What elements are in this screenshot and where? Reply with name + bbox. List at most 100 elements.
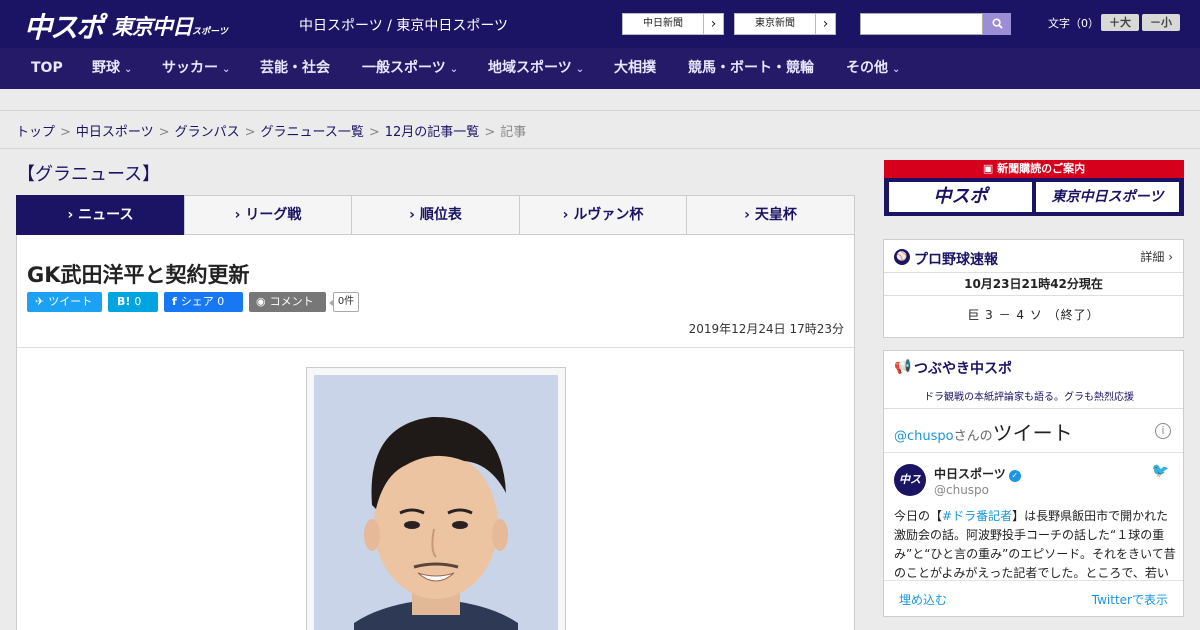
breadcrumb: トップ > 中日スポーツ > グランパス > グラニュース一覧 >12月の記事一覧 > 記事 bbox=[16, 121, 526, 140]
tokyo-shimbun-label: 東京新聞 bbox=[755, 18, 795, 29]
breadcrumb-gura-news-list[interactable]: グラニュース一覧 bbox=[261, 125, 364, 140]
breadcrumb-separator: > bbox=[484, 125, 496, 140]
chunichi-shimbun-link[interactable]: 中日新聞 › bbox=[622, 13, 724, 35]
facebook-share-button[interactable]: f シェア 0 bbox=[164, 292, 243, 312]
tab-league[interactable]: › リーグ戦 bbox=[184, 195, 352, 235]
search-input[interactable] bbox=[860, 13, 983, 35]
chevron-right-icon: › bbox=[703, 14, 723, 34]
nav-item-label: 競馬・ボート・競輪 bbox=[688, 60, 814, 76]
nav-item-baseball[interactable]: 野球 ⌄ bbox=[92, 48, 132, 89]
tweet-feed-heading: @chuspoさんのツイート bbox=[894, 417, 1073, 446]
nav-item-label: サッカー bbox=[162, 60, 218, 76]
tab-label: › 天皇杯 bbox=[744, 207, 797, 223]
ad-strip bbox=[0, 89, 1200, 111]
comment-button[interactable]: ◉ コメント bbox=[249, 292, 326, 312]
promo-chuspo-link[interactable]: 中スポ bbox=[889, 182, 1032, 212]
breadcrumb-separator: > bbox=[368, 125, 380, 140]
score-timestamp: 10月23日21時42分現在 bbox=[884, 272, 1183, 296]
tweet-feed-word: ツイート bbox=[992, 421, 1073, 445]
baseball-detail-link[interactable]: 詳細 › bbox=[1140, 248, 1173, 265]
nav-item-other[interactable]: その他 ⌄ bbox=[846, 48, 900, 89]
hatena-bookmark-button[interactable]: B! 0 bbox=[108, 292, 158, 312]
tokyo-shimbun-link[interactable]: 東京新聞 › bbox=[734, 13, 836, 35]
nav-item-label: その他 bbox=[846, 60, 888, 76]
divider bbox=[884, 452, 1183, 453]
site-subtitle: 中日スポーツ / 東京中日スポーツ bbox=[299, 18, 509, 34]
search-icon bbox=[991, 18, 1003, 29]
tab-emperors-cup[interactable]: › 天皇杯 bbox=[686, 195, 855, 235]
search-button[interactable] bbox=[983, 13, 1011, 35]
promo-tokyo-chunichi-link[interactable]: 東京中日スポーツ bbox=[1036, 182, 1179, 212]
nav-item-sumo[interactable]: 大相撲 bbox=[614, 48, 656, 89]
tweet-button[interactable]: ✈ ツイート bbox=[27, 292, 102, 312]
info-icon[interactable]: i bbox=[1155, 423, 1171, 439]
tweet-user-name-text: 中日スポーツ bbox=[934, 467, 1006, 481]
chevron-down-icon: ⌄ bbox=[124, 64, 133, 75]
subscription-promo-label: 新聞購読のご案内 bbox=[997, 162, 1086, 175]
font-size-label: 文字（0） bbox=[1048, 17, 1099, 30]
player-portrait-image bbox=[314, 375, 558, 630]
breadcrumb-december-list[interactable]: 12月の記事一覧 bbox=[385, 125, 480, 140]
tweets-widget-subtitle: ドラ観戦の本紙評論家も語る。グラも熱烈応援 bbox=[924, 392, 1134, 403]
tweets-widget: 📢 つぶやき中スポ ドラ観戦の本紙評論家も語る。グラも熱烈応援 @chuspoさ… bbox=[883, 350, 1184, 617]
font-larger-button[interactable]: ＋大 bbox=[1101, 14, 1139, 31]
view-on-twitter-link[interactable]: Twitterで表示 bbox=[1092, 591, 1168, 608]
subscription-promo-heading: ▣ 新聞購読のご案内 bbox=[884, 160, 1184, 178]
nav-item-general-sports[interactable]: 一般スポーツ ⌄ bbox=[362, 48, 458, 89]
baseball-scores-widget: ⚾ プロ野球速報 詳細 › 10月23日21時42分現在 巨 3 － 4 ソ （… bbox=[883, 239, 1184, 338]
nav-item-local-sports[interactable]: 地域スポーツ ⌄ bbox=[488, 48, 584, 89]
breadcrumb-separator: > bbox=[158, 125, 170, 140]
nav-item-soccer[interactable]: サッカー ⌄ bbox=[162, 48, 230, 89]
tweet-feed-handle[interactable]: @chuspo bbox=[894, 429, 954, 444]
breadcrumb-grampus[interactable]: グランパス bbox=[175, 125, 240, 140]
tokyo-logo-text: 東京中日 bbox=[112, 15, 193, 39]
tab-label: › リーグ戦 bbox=[234, 207, 302, 223]
article-panel: GK武田洋平と契約更新 ✈ ツイート B! 0 f シェア 0 ◉ コメント 0件 20… bbox=[16, 235, 855, 630]
chevron-down-icon: ⌄ bbox=[575, 64, 585, 75]
twitter-bird-icon: ✈ bbox=[35, 295, 45, 308]
nav-item-top[interactable]: TOP bbox=[31, 48, 63, 89]
article-date: 2019年12月24日 17時23分 bbox=[688, 322, 844, 336]
breadcrumb-separator: > bbox=[60, 125, 71, 140]
tab-label: › ニュース bbox=[67, 207, 134, 223]
comment-label: コメント bbox=[269, 295, 314, 308]
embed-link[interactable]: 埋め込む bbox=[899, 591, 947, 608]
newspaper-icon: ▣ bbox=[982, 162, 998, 175]
tweet-user-name[interactable]: 中日スポーツ ✓ bbox=[934, 465, 1021, 482]
score-line[interactable]: 巨 3 － 4 ソ （終了） bbox=[884, 306, 1183, 323]
tweet-user-handle[interactable]: @chuspo bbox=[934, 483, 989, 497]
chevron-down-icon: ⌄ bbox=[449, 64, 459, 75]
main-nav: TOP 野球 ⌄ サッカー ⌄ 芸能・社会 一般スポーツ ⌄ 地域スポーツ ⌄ 大相撲 … bbox=[0, 48, 1200, 89]
nav-item-label: 一般スポーツ bbox=[362, 60, 446, 76]
hatena-bookmark-icon: B! bbox=[117, 295, 131, 308]
twitter-bird-icon[interactable]: 🐦 bbox=[1152, 463, 1169, 479]
divider bbox=[884, 580, 1183, 581]
megaphone-icon: 📢 bbox=[894, 359, 912, 375]
tab-label: › 順位表 bbox=[409, 207, 462, 223]
chuspo-logo[interactable]: 中スポ bbox=[24, 6, 104, 46]
tab-news[interactable]: › ニュース bbox=[16, 195, 185, 235]
tweet-body-before: 今日の【 bbox=[894, 509, 943, 523]
nav-item-racing[interactable]: 競馬・ボート・競輪 bbox=[688, 48, 814, 89]
nav-item-entertainment[interactable]: 芸能・社会 bbox=[260, 48, 330, 89]
nav-item-label: 大相撲 bbox=[614, 60, 656, 76]
tab-levain-cup[interactable]: › ルヴァン杯 bbox=[519, 195, 687, 235]
facebook-share-label: シェア 0 bbox=[180, 295, 225, 308]
speech-bubble-icon: ◉ bbox=[256, 295, 266, 308]
verified-badge-icon: ✓ bbox=[1008, 470, 1021, 482]
tab-standings[interactable]: › 順位表 bbox=[351, 195, 520, 235]
nav-item-label: TOP bbox=[31, 60, 63, 76]
font-smaller-button[interactable]: －小 bbox=[1142, 14, 1180, 31]
divider bbox=[884, 408, 1183, 409]
breadcrumb-chunichi-sports[interactable]: 中日スポーツ bbox=[76, 125, 154, 140]
player-photo[interactable] bbox=[314, 375, 558, 630]
nav-item-label: 芸能・社会 bbox=[260, 60, 330, 76]
chevron-right-icon: › bbox=[815, 14, 835, 34]
tab-label: › ルヴァン杯 bbox=[562, 207, 644, 223]
top-header-bar: 中スポ 東京中日スポーツ 中日スポーツ / 東京中日スポーツ 中日新聞 › 東京… bbox=[0, 0, 1200, 48]
avatar[interactable]: 中スポ bbox=[894, 464, 926, 518]
tokyo-chunichi-logo[interactable]: 東京中日スポーツ bbox=[112, 11, 228, 41]
breadcrumb-top[interactable]: トップ bbox=[16, 125, 55, 140]
facebook-icon: f bbox=[172, 295, 177, 308]
tweet-hashtag-link[interactable]: #ドラ番記者 bbox=[942, 509, 1012, 523]
